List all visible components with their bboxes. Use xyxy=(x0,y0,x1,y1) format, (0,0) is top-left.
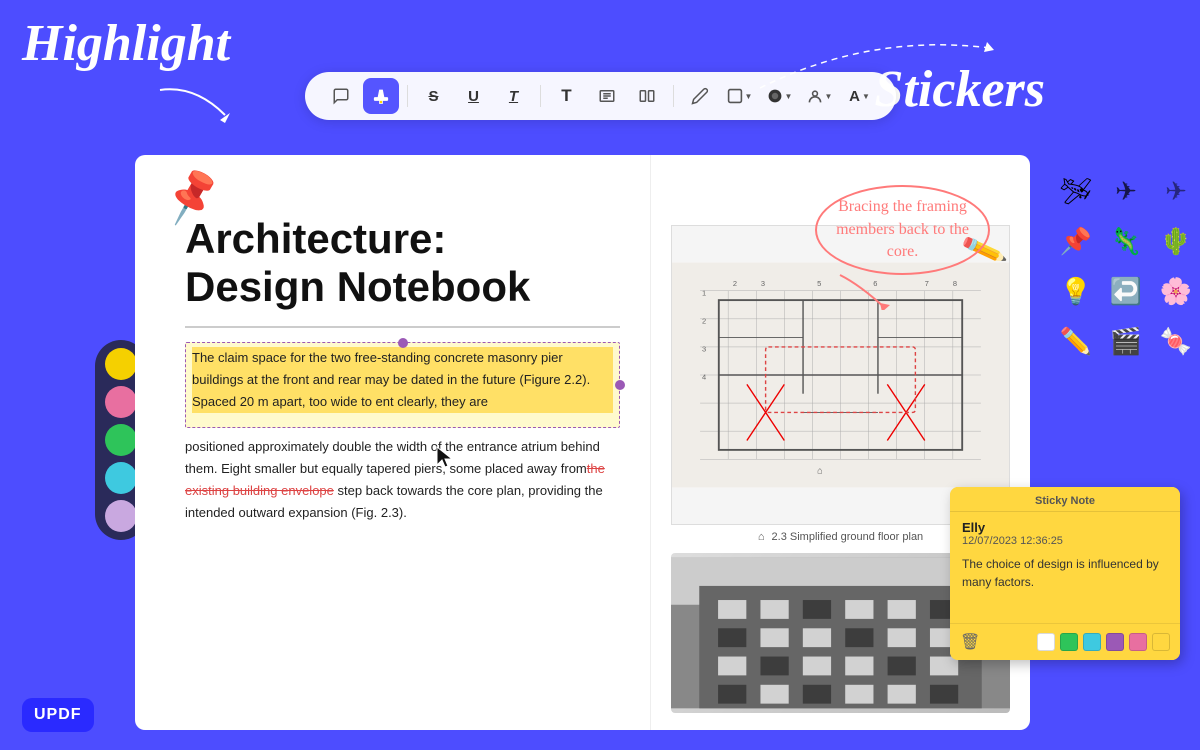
box-handle-right[interactable] xyxy=(615,380,625,390)
svg-text:1: 1 xyxy=(702,288,706,297)
sticky-color-yellow[interactable] xyxy=(1152,633,1170,651)
palette-lavender[interactable] xyxy=(105,500,137,532)
palette-cyan[interactable] xyxy=(105,462,137,494)
sticky-color-green[interactable] xyxy=(1060,633,1078,651)
stickers-panel: 🛩 ✈ ✈ 📌 🦎 🌵 💡 ↩️ 🌸 ✏️ 🎬 🍬 xyxy=(1045,160,1200,372)
sticker-paper-plane-1[interactable]: 🛩 xyxy=(1055,170,1097,212)
highlight-label: Highlight xyxy=(22,14,230,73)
toolbar-area: S U T T ▼ ▼ ▼ xyxy=(160,72,1040,120)
doc-divider xyxy=(185,326,620,328)
sticky-color-pink[interactable] xyxy=(1129,633,1147,651)
sticker-arrow-back[interactable]: ↩️ xyxy=(1105,270,1147,312)
sticker-clapperboard[interactable]: 🎬 xyxy=(1105,320,1147,362)
sticker-pin[interactable]: 📌 xyxy=(1055,220,1097,262)
sticky-note-body[interactable]: Elly 12/07/2023 12:36:25 The choice of d… xyxy=(950,512,1180,623)
strikethrough-button[interactable]: S xyxy=(416,78,452,114)
bubble-arrow xyxy=(830,270,900,310)
svg-text:3: 3 xyxy=(702,345,706,354)
underline2-button[interactable]: T xyxy=(496,78,532,114)
sticky-color-cyan[interactable] xyxy=(1083,633,1101,651)
highlighted-paragraph-box[interactable]: The claim space for the two free-standin… xyxy=(185,342,620,428)
sticker-paper-plane-3[interactable]: ✈ xyxy=(1155,170,1197,212)
box-handle-top[interactable] xyxy=(398,338,408,348)
doc-left-panel: 📌 Architecture: Design Notebook The clai… xyxy=(135,155,650,730)
annotation-bubble-text: Bracing the framing members back to the … xyxy=(815,185,990,275)
sticker-lightbulb[interactable]: 💡 xyxy=(1055,270,1097,312)
pen-button[interactable] xyxy=(682,78,718,114)
sticky-color-purple[interactable] xyxy=(1106,633,1124,651)
sticker-lizard[interactable]: 🦎 xyxy=(1105,220,1147,262)
sticker-paper-plane-2[interactable]: ✈ xyxy=(1105,170,1147,212)
person-button[interactable]: ▼ xyxy=(802,78,838,114)
highlight-button[interactable] xyxy=(363,78,399,114)
sticker-flower[interactable]: 🌸 xyxy=(1155,270,1197,312)
divider-2 xyxy=(540,85,541,107)
palette-pink[interactable] xyxy=(105,386,137,418)
sticky-note: Sticky Note Elly 12/07/2023 12:36:25 The… xyxy=(950,487,1180,660)
columns-button[interactable] xyxy=(629,78,665,114)
sticky-note-header: Sticky Note xyxy=(950,487,1180,511)
sticker-candy[interactable]: 🍬 xyxy=(1155,320,1197,362)
divider-1 xyxy=(407,85,408,107)
svg-text:4: 4 xyxy=(702,373,706,382)
toolbar: S U T T ▼ ▼ ▼ xyxy=(305,72,896,120)
sticky-color-white[interactable] xyxy=(1037,633,1055,651)
updf-logo: UPDF xyxy=(22,698,94,732)
svg-text:7: 7 xyxy=(925,279,929,288)
svg-text:8: 8 xyxy=(953,279,957,288)
sticker-pencil[interactable]: ✏️ xyxy=(1055,320,1097,362)
sticky-date: 12/07/2023 12:36:25 xyxy=(962,535,1168,547)
speech-bubble: Bracing the framing members back to the … xyxy=(815,185,990,275)
sticky-footer: 🗑 xyxy=(950,624,1180,660)
sticky-content[interactable]: The choice of design is influenced by ma… xyxy=(962,555,1168,615)
sticky-delete-button[interactable]: 🗑 xyxy=(960,632,980,652)
textbox-button[interactable] xyxy=(589,78,625,114)
comment-button[interactable] xyxy=(323,78,359,114)
svg-text:2: 2 xyxy=(733,279,737,288)
fill-color-button[interactable]: ▼ xyxy=(762,78,798,114)
svg-text:⌂: ⌂ xyxy=(817,465,823,475)
text-button[interactable]: T xyxy=(549,78,585,114)
palette-green[interactable] xyxy=(105,424,137,456)
sticker-plant[interactable]: 🌵 xyxy=(1155,220,1197,262)
document-container: 📌 Architecture: Design Notebook The clai… xyxy=(135,155,1030,730)
doc-title: Architecture: Design Notebook xyxy=(185,215,620,312)
highlighted-text: The claim space for the two free-standin… xyxy=(192,347,613,413)
palette-yellow[interactable] xyxy=(105,348,137,380)
svg-text:3: 3 xyxy=(761,279,765,288)
body-text: positioned approximately double the widt… xyxy=(185,436,620,524)
divider-3 xyxy=(673,85,674,107)
font-color-button[interactable]: A ▼ xyxy=(842,78,878,114)
svg-text:2: 2 xyxy=(702,317,706,326)
underline-button[interactable]: U xyxy=(456,78,492,114)
sticky-author: Elly xyxy=(962,520,1168,535)
shape-button[interactable]: ▼ xyxy=(722,78,758,114)
svg-text:5: 5 xyxy=(817,279,821,288)
